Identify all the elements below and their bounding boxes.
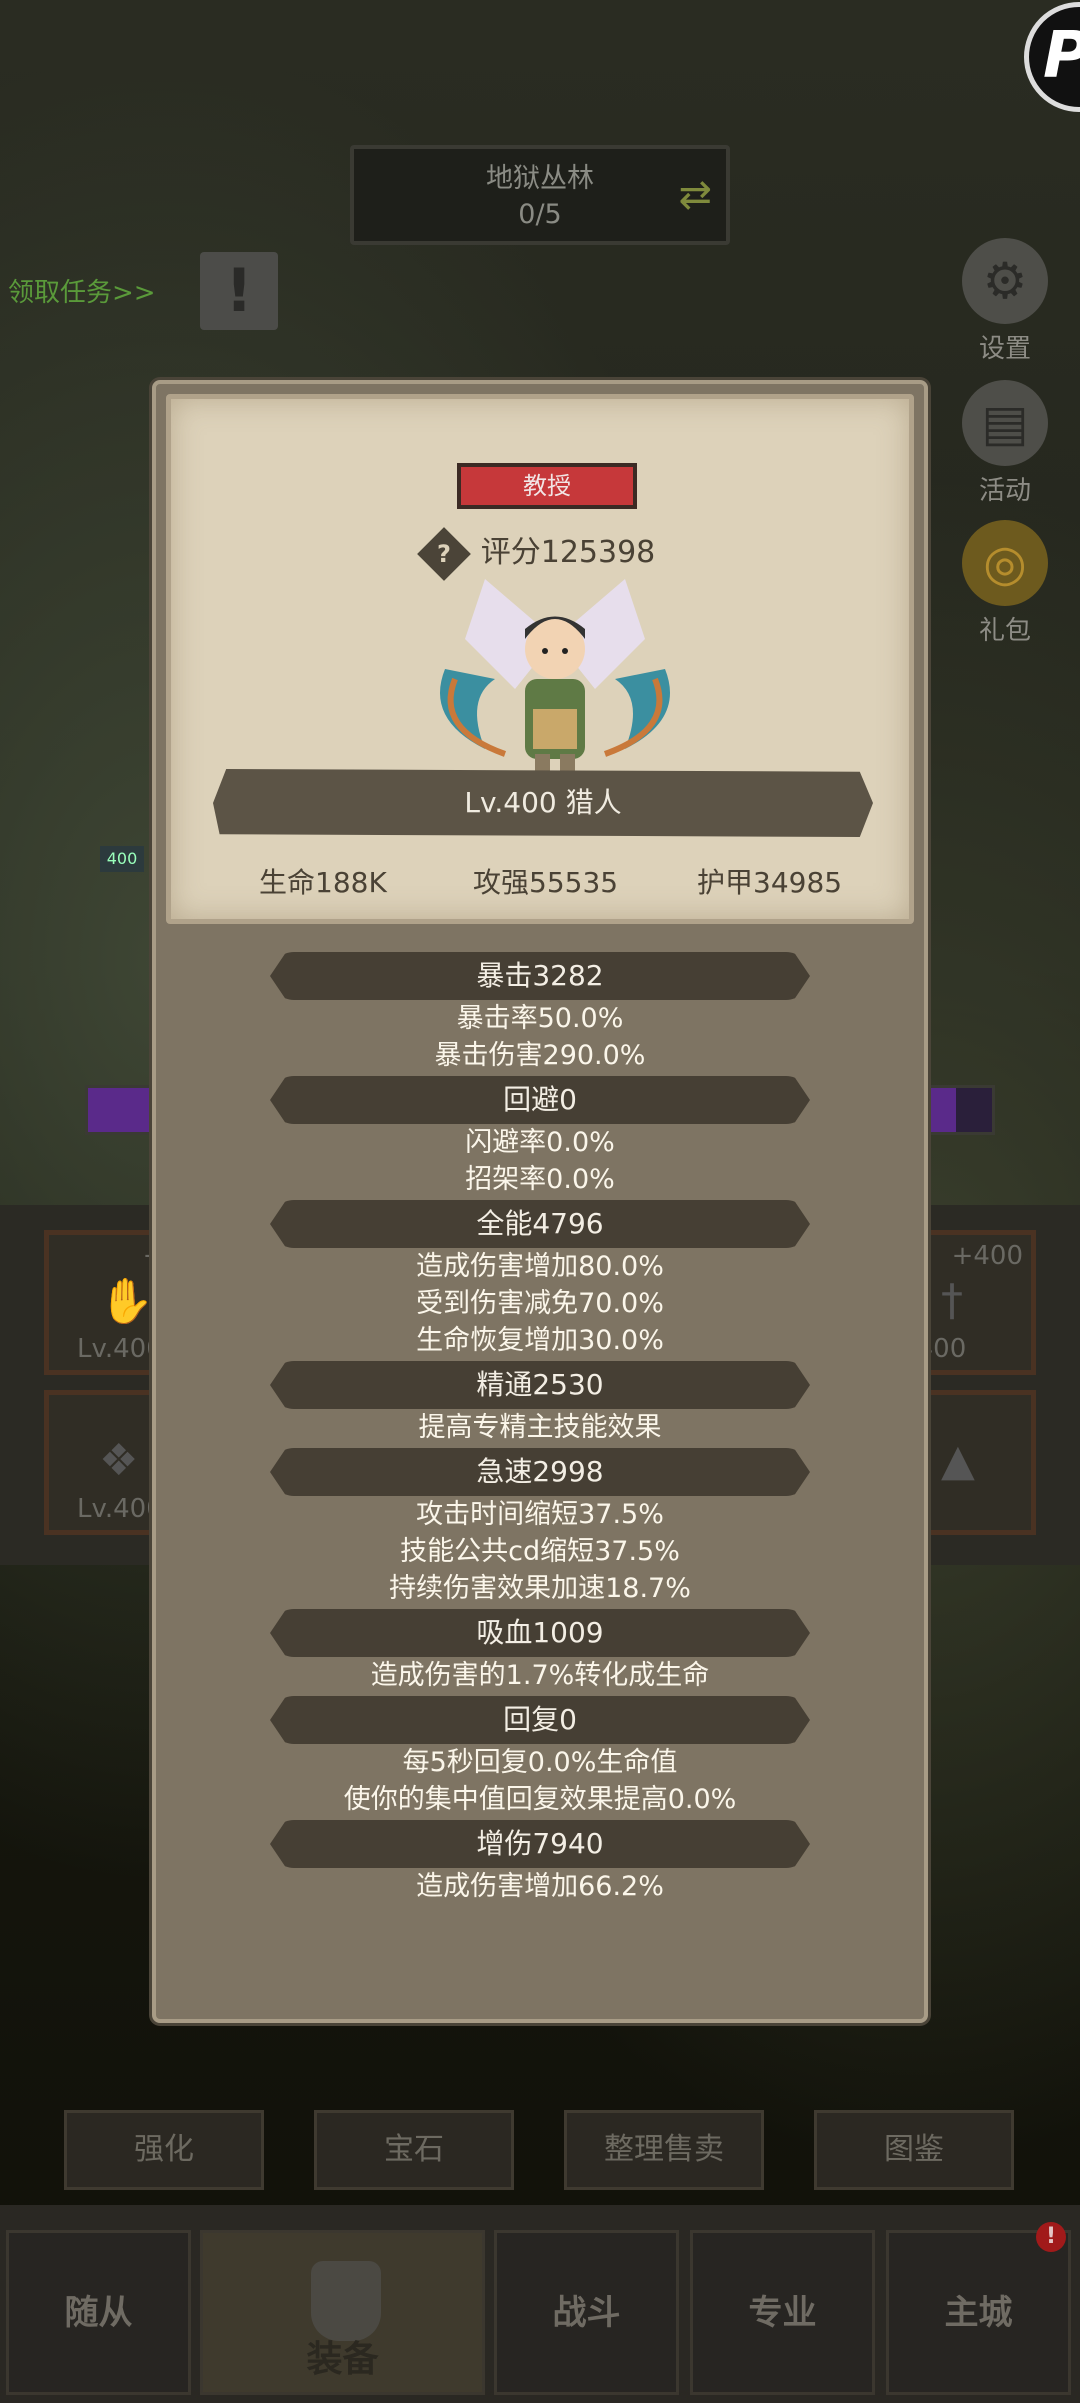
tab-main-city[interactable]: 主城	[886, 2230, 1071, 2395]
attribute-detail: 造成伤害增加66.2%	[416, 1871, 664, 1902]
sort-sell-button[interactable]: 整理售卖	[564, 2110, 764, 2190]
attribute-list: 暴击3282 暴击率50.0% 暴击伤害290.0% 回避0 闪避率0.0% 招…	[156, 952, 924, 1907]
attribute-detail: 生命恢复增加30.0%	[416, 1325, 664, 1356]
attribute-damage-boost: 增伤7940 造成伤害增加66.2%	[156, 1820, 924, 1905]
attribute-detail: 暴击伤害290.0%	[434, 1040, 646, 1071]
gloves-icon: ✋	[99, 1276, 154, 1327]
tab-equipment-label: 装备	[306, 2339, 379, 2380]
quest-alert-icon[interactable]: !	[200, 252, 278, 330]
settings-label: 设置	[978, 334, 1031, 364]
attribute-detail: 造成伤害增加80.0%	[416, 1251, 664, 1282]
attribute-header: 精通2530	[270, 1361, 810, 1409]
stage-progress: 0/5	[518, 199, 562, 230]
notification-badge: !	[1036, 2222, 1066, 2252]
giftpack-label: 礼包	[978, 616, 1031, 646]
cloak-icon: ▲	[941, 1435, 975, 1486]
attribute-crit: 暴击3282 暴击率50.0% 暴击伤害290.0%	[156, 952, 924, 1074]
score-row: ? 评分125398	[171, 526, 909, 581]
bottom-tab-bar: 随从 装备 战斗 专业 主城	[0, 2205, 1080, 2403]
attribute-regen: 回复0 每5秒回复0.0%生命值 使你的集中值回复效果提高0.0%	[156, 1696, 924, 1818]
tab-profession[interactable]: 专业	[690, 2230, 875, 2395]
attribute-header: 增伤7940	[270, 1820, 810, 1868]
attribute-header: 回复0	[270, 1696, 810, 1744]
attribute-header: 全能4796	[270, 1200, 810, 1248]
mini-level-badge: 400	[100, 846, 144, 872]
dagger-icon: †	[941, 1275, 963, 1326]
armor-stat: 护甲34985	[697, 866, 843, 899]
attribute-header: 回避0	[270, 1076, 810, 1124]
hp-stat: 生命188K	[259, 866, 387, 899]
attribute-haste: 急速2998 攻击时间缩短37.5% 技能公共cd缩短37.5% 持续伤害效果加…	[156, 1448, 924, 1607]
attribute-detail: 攻击时间缩短37.5%	[416, 1499, 664, 1530]
attribute-mastery: 精通2530 提高专精主技能效果	[156, 1361, 924, 1446]
claim-quest-link[interactable]: 领取任务>>	[8, 272, 156, 309]
slot-level: Lv.400	[77, 1494, 163, 1524]
gem-button[interactable]: 宝石	[314, 2110, 514, 2190]
activity-button[interactable]: ▤ 活动	[955, 380, 1055, 507]
scroll-icon: ▤	[962, 380, 1048, 466]
attribute-detail: 使你的集中值回复效果提高0.0%	[343, 1784, 737, 1815]
armor-icon	[311, 2261, 381, 2341]
attribute-detail: 提高专精主技能效果	[418, 1412, 662, 1443]
attribute-header: 暴击3282	[270, 952, 810, 1000]
settings-button[interactable]: ⚙ 设置	[955, 238, 1055, 365]
title-badge: 教授	[457, 463, 637, 509]
attribute-detail: 暴击率50.0%	[456, 1003, 624, 1034]
attribute-detail: 每5秒回复0.0%生命值	[402, 1747, 678, 1778]
gear-icon: ⚙	[962, 238, 1048, 324]
activity-label: 活动	[978, 476, 1031, 506]
attribute-detail: 受到伤害减免70.0%	[416, 1288, 664, 1319]
attribute-detail: 招架率0.0%	[465, 1164, 615, 1195]
attribute-detail: 闪避率0.0%	[465, 1127, 615, 1158]
tab-followers[interactable]: 随从	[6, 2230, 191, 2395]
attribute-lifesteal: 吸血1009 造成伤害的1.7%转化成生命	[156, 1609, 924, 1694]
slot-plus: +400	[951, 1241, 1023, 1271]
tab-equipment[interactable]: 装备	[200, 2230, 485, 2395]
attribute-avoidance: 回避0 闪避率0.0% 招架率0.0%	[156, 1076, 924, 1198]
giftpack-icon: ◎	[962, 520, 1048, 606]
refresh-icon[interactable]: ⇄	[678, 175, 712, 215]
attribute-versatility: 全能4796 造成伤害增加80.0% 受到伤害减免70.0% 生命恢复增加30.…	[156, 1200, 924, 1359]
attribute-detail: 技能公共cd缩短37.5%	[400, 1536, 680, 1567]
stage-title: 地狱丛林	[486, 163, 594, 194]
character-stats-popup: 教授 ? 评分125398 Lv.400 猎人 生命188K 攻强55535 护甲…	[152, 380, 928, 2023]
stage-banner[interactable]: 地狱丛林 0/5 ⇄	[350, 145, 730, 245]
slot-level: Lv.400	[77, 1334, 163, 1364]
giftpack-button[interactable]: ◎ 礼包	[955, 520, 1055, 647]
attribute-detail: 造成伤害的1.7%转化成生命	[370, 1660, 710, 1691]
attribute-detail: 持续伤害效果加速18.7%	[389, 1573, 691, 1604]
attribute-header: 急速2998	[270, 1448, 810, 1496]
attack-stat: 攻强55535	[473, 866, 619, 899]
shoulder-icon: ❖	[99, 1435, 139, 1486]
character-avatar	[440, 579, 670, 776]
score-text: 评分125398	[480, 535, 656, 570]
tab-battle[interactable]: 战斗	[494, 2230, 679, 2395]
help-icon[interactable]: ?	[416, 526, 471, 581]
enhance-button[interactable]: 强化	[64, 2110, 264, 2190]
attribute-header: 吸血1009	[270, 1609, 810, 1657]
codex-button[interactable]: 图鉴	[814, 2110, 1014, 2190]
character-header-card: 教授 ? 评分125398 Lv.400 猎人 生命188K 攻强55535 护甲…	[166, 394, 914, 924]
character-name-bar: Lv.400 猎人	[213, 769, 873, 837]
